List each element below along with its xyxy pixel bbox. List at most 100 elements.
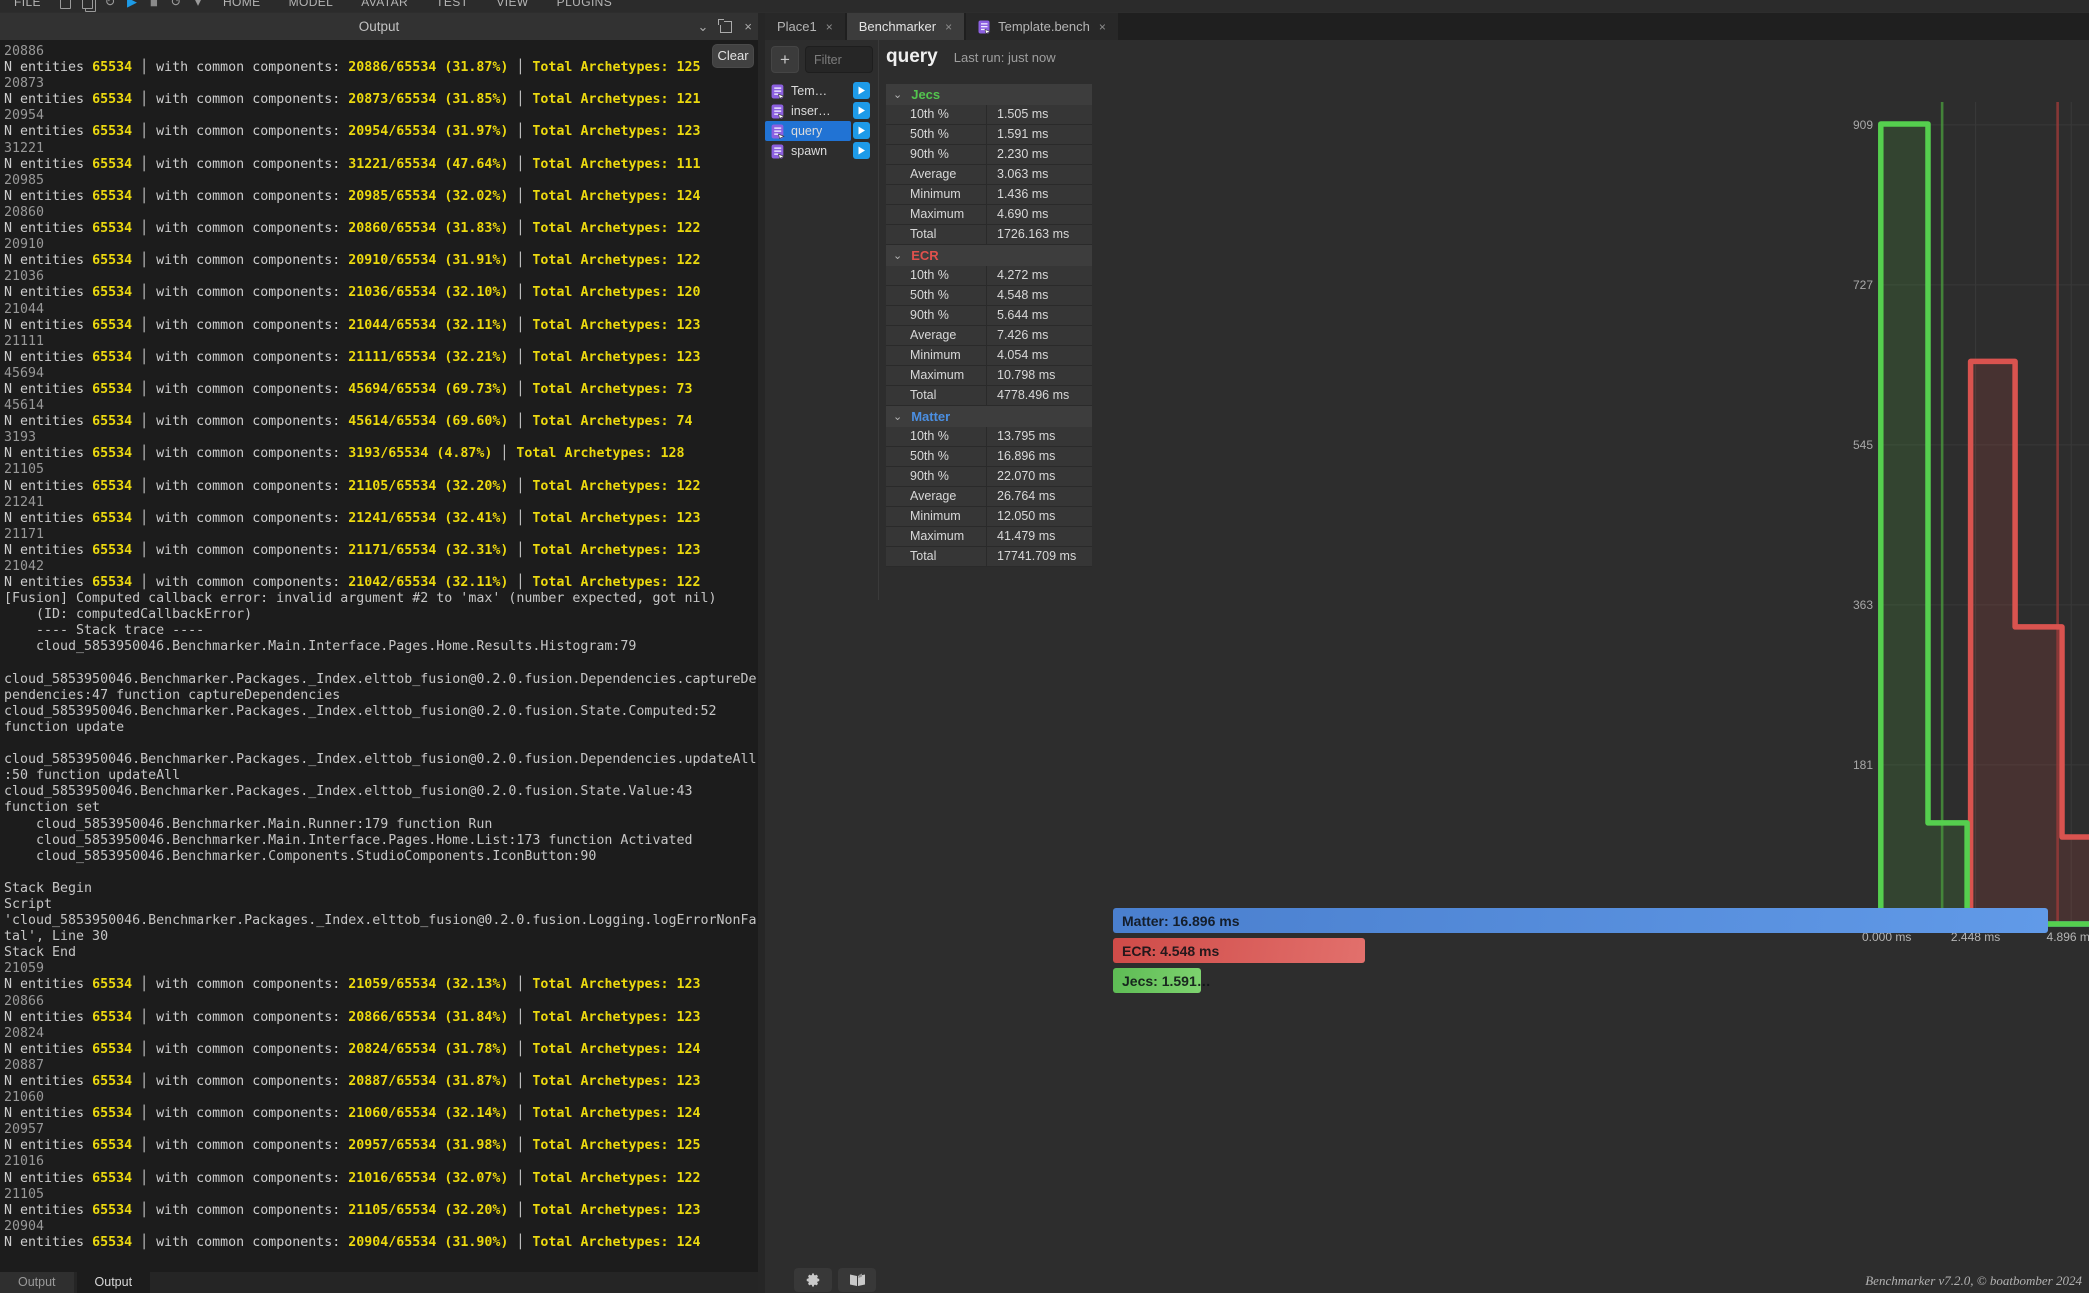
benchmark-item-label: spawn [791, 144, 827, 158]
log-line: 20873 [4, 76, 758, 92]
stat-row: Maximum41.479 ms [886, 527, 1092, 547]
stat-row: Maximum10.798 ms [886, 366, 1092, 386]
menu-tab-test[interactable]: TEST [436, 0, 468, 9]
log-line: N entities 65534 │ with common component… [4, 1235, 758, 1251]
log-line: 21060 [4, 1090, 758, 1106]
stat-value: 1.505 ms [986, 105, 1092, 124]
log-line: N entities 65534 │ with common component… [4, 1042, 758, 1058]
benchmark-item-spawn[interactable]: spawn [765, 141, 851, 161]
stat-label: 10th % [886, 427, 986, 446]
log-line: cloud_5853950046.Benchmarker.Packages._I… [4, 752, 758, 768]
editor-tab-label: Benchmarker [859, 19, 936, 34]
benchmark-item-Tem[interactable]: Tem… [765, 81, 851, 101]
settings-button[interactable] [794, 1268, 832, 1292]
svg-text:363: 363 [1853, 598, 1873, 612]
redo-icon[interactable]: ↻ [99, 0, 121, 10]
studio-window: FILE↻▶■↺▾HOMEMODELAVATARTESTVIEWPLUGINS … [0, 0, 2089, 1293]
stat-row: 50th %16.896 ms [886, 447, 1092, 467]
run-benchmark-button[interactable] [853, 102, 870, 119]
stat-value: 4.054 ms [986, 346, 1092, 365]
caret-down-icon[interactable]: ▾ [187, 0, 209, 10]
log-line: 21036 [4, 269, 758, 285]
log-line: Script [4, 897, 758, 913]
menu-tab-model[interactable]: MODEL [289, 0, 334, 9]
menu-file[interactable]: FILE [14, 0, 41, 9]
log-line: 3193 [4, 430, 758, 446]
run-benchmark-button[interactable] [853, 82, 870, 99]
editor-tab-benchmarker[interactable]: Benchmarker × [847, 13, 964, 40]
log-line: N entities 65534 │ with common component… [4, 157, 758, 173]
run-benchmark-button[interactable] [853, 142, 870, 159]
log-line: 21059 [4, 961, 758, 977]
log-line: N entities 65534 │ with common component… [4, 1138, 758, 1154]
stat-row: 50th %1.591 ms [886, 125, 1092, 145]
clear-button[interactable]: Clear [712, 44, 754, 68]
stat-label: Average [886, 165, 986, 184]
benchmark-item-query[interactable]: query [765, 121, 851, 141]
benchmark-item-label: query [791, 124, 822, 138]
add-benchmark-button[interactable]: + [771, 46, 799, 73]
log-line: cloud_5853950046.Benchmarker.Packages._I… [4, 672, 758, 688]
output-tab[interactable]: Output [0, 1272, 74, 1293]
log-line: N entities 65534 │ with common component… [4, 124, 758, 140]
output-tab[interactable]: Output [77, 1272, 151, 1293]
legend-bar-ecr: ECR: 4.548 ms [1113, 938, 1365, 963]
stat-label: Minimum [886, 185, 986, 204]
stat-label: 10th % [886, 266, 986, 285]
output-console[interactable]: 20886N entities 65534 │ with common comp… [0, 40, 758, 1272]
legend-label: Matter: 16.896 ms [1113, 913, 1240, 929]
last-run-label: Last run: just now [954, 50, 1056, 65]
legend-label: Jecs: 1.591… [1113, 973, 1211, 989]
log-line: N entities 65534 │ with common component… [4, 285, 758, 301]
paste-icon[interactable] [77, 0, 99, 9]
panel-divider[interactable] [758, 13, 765, 1293]
float-window-icon[interactable] [720, 21, 732, 33]
close-icon[interactable]: × [744, 20, 752, 33]
menu-bar: FILE ↻▶■↺▾ HOME MODEL AVATAR TEST VIEW PLUGINS [0, 0, 2089, 12]
log-line: 20860 [4, 205, 758, 221]
filter-input[interactable] [805, 46, 873, 73]
tab-close-icon[interactable]: × [826, 20, 833, 34]
tab-close-icon[interactable]: × [945, 20, 952, 34]
editor-tab-place1[interactable]: Place1× [765, 13, 845, 40]
stat-value: 16.896 ms [986, 447, 1092, 466]
log-line: 21171 [4, 527, 758, 543]
menu-tab-avatar[interactable]: AVATAR [361, 0, 408, 9]
stop-icon[interactable]: ■ [143, 0, 165, 10]
menu-tab-home[interactable]: HOME [223, 0, 261, 9]
stat-label: Total [886, 225, 986, 244]
stat-value: 1726.163 ms [986, 225, 1092, 244]
log-line: function update [4, 720, 758, 736]
log-line: [Fusion] Computed callback error: invali… [4, 591, 758, 607]
section-header-matter[interactable]: ⌄Matter [886, 406, 1092, 427]
benchmark-title: query [886, 46, 938, 68]
svg-text:909: 909 [1853, 118, 1873, 132]
section-header-jecs[interactable]: ⌄Jecs [886, 84, 1092, 105]
undo-icon[interactable]: ↺ [165, 0, 187, 10]
play-icon[interactable]: ▶ [121, 0, 143, 10]
stat-value: 1.436 ms [986, 185, 1092, 204]
section-header-ecr[interactable]: ⌄ECR [886, 245, 1092, 266]
editor-tab-template-bench[interactable]: Template.bench× [966, 13, 1118, 40]
run-benchmark-button[interactable] [853, 122, 870, 139]
benchmark-item-inser[interactable]: inser… [765, 101, 851, 121]
docs-button[interactable] [838, 1268, 876, 1292]
tab-close-icon[interactable]: × [1099, 20, 1106, 34]
stat-label: 50th % [886, 125, 986, 144]
stat-row: Minimum1.436 ms [886, 185, 1092, 205]
plugin-credit: Benchmarker v7.2.0, © boatbomber 2024 [1865, 1273, 2082, 1289]
log-line: cloud_5853950046.Benchmarker.Packages._I… [4, 704, 758, 720]
stat-row: Average3.063 ms [886, 165, 1092, 185]
chevron-down-icon[interactable]: ⌄ [698, 20, 709, 33]
log-line: 21042 [4, 559, 758, 575]
section-name: Matter [911, 409, 950, 424]
log-line: function set [4, 800, 758, 816]
menu-tab-view[interactable]: VIEW [496, 0, 528, 9]
stat-label: 50th % [886, 447, 986, 466]
clipboard-icon[interactable] [55, 0, 77, 9]
script-icon [978, 20, 991, 34]
stat-value: 1.591 ms [986, 125, 1092, 144]
stat-row: Total17741.709 ms [886, 547, 1092, 567]
menu-tab-plugins[interactable]: PLUGINS [557, 0, 612, 9]
stat-value: 7.426 ms [986, 326, 1092, 345]
